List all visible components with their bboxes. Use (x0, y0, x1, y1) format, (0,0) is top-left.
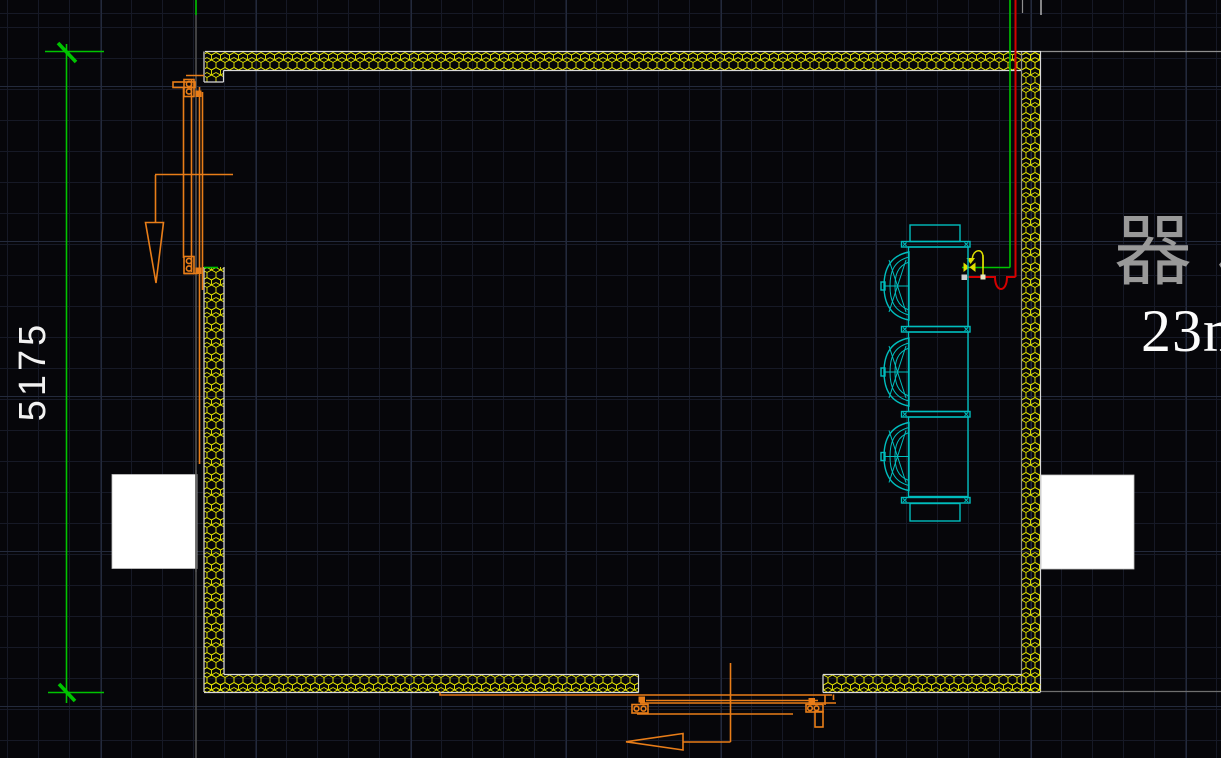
drawing-primitive (205, 52, 1041, 70)
drawing-primitive (910, 504, 960, 522)
left-door-swing-arrow[interactable] (146, 175, 234, 284)
supply-pipe-green[interactable] (962, 0, 1010, 268)
bottom-sliding-door[interactable] (440, 693, 836, 728)
drawing-primitive (962, 275, 968, 281)
drawing-primitive (902, 242, 971, 248)
drawing-primitive (881, 338, 909, 406)
drawing-primitive (881, 423, 909, 491)
room-name-label[interactable]: 器材 (1114, 213, 1221, 291)
drawing-primitive (910, 225, 960, 242)
drawing-primitive (814, 706, 819, 711)
drawing-primitive (205, 70, 223, 82)
top-wall[interactable] (204, 52, 1041, 83)
drawing-primitive (981, 275, 986, 280)
drawing-primitive (909, 417, 969, 497)
drawing-primitive (205, 267, 224, 692)
room-area-label[interactable]: 23m (1141, 301, 1221, 361)
drawing-primitive (909, 332, 969, 412)
drawing-primitive (626, 734, 683, 751)
drawing-primitive (909, 247, 969, 327)
bottom-wall-left[interactable] (204, 675, 639, 693)
opening-masks (112, 470, 1134, 572)
left-sliding-door[interactable] (173, 76, 204, 465)
right-wall[interactable] (1022, 52, 1041, 693)
axis-lines[interactable] (196, 0, 1221, 758)
drawing-primitive (808, 706, 813, 711)
bottom-wall-right[interactable] (823, 675, 1041, 693)
drawing-layer (0, 0, 1221, 758)
drawing-primitive (809, 698, 816, 704)
drawing-primitive (881, 252, 909, 320)
drawing-primitive (1022, 52, 1041, 692)
opening-mask-right (1041, 475, 1134, 569)
fan-coil-units[interactable] (881, 225, 970, 521)
drawing-primitive (823, 675, 1041, 693)
drawing-primitive (632, 697, 648, 714)
dimension-label[interactable]: 5175 (14, 321, 52, 422)
left-wall[interactable] (204, 267, 224, 692)
cad-canvas[interactable]: 5175 器材 23m (0, 0, 1221, 758)
drawing-primitive (815, 712, 823, 728)
drawing-primitive (146, 223, 164, 284)
opening-mask-left (112, 475, 197, 569)
drawing-primitive (902, 327, 971, 333)
drawing-primitive (205, 675, 639, 693)
drawing-primitive (902, 412, 971, 418)
drawing-primitive (970, 263, 976, 273)
drawing-primitive (902, 498, 971, 504)
drawing-primitive (963, 277, 1016, 289)
